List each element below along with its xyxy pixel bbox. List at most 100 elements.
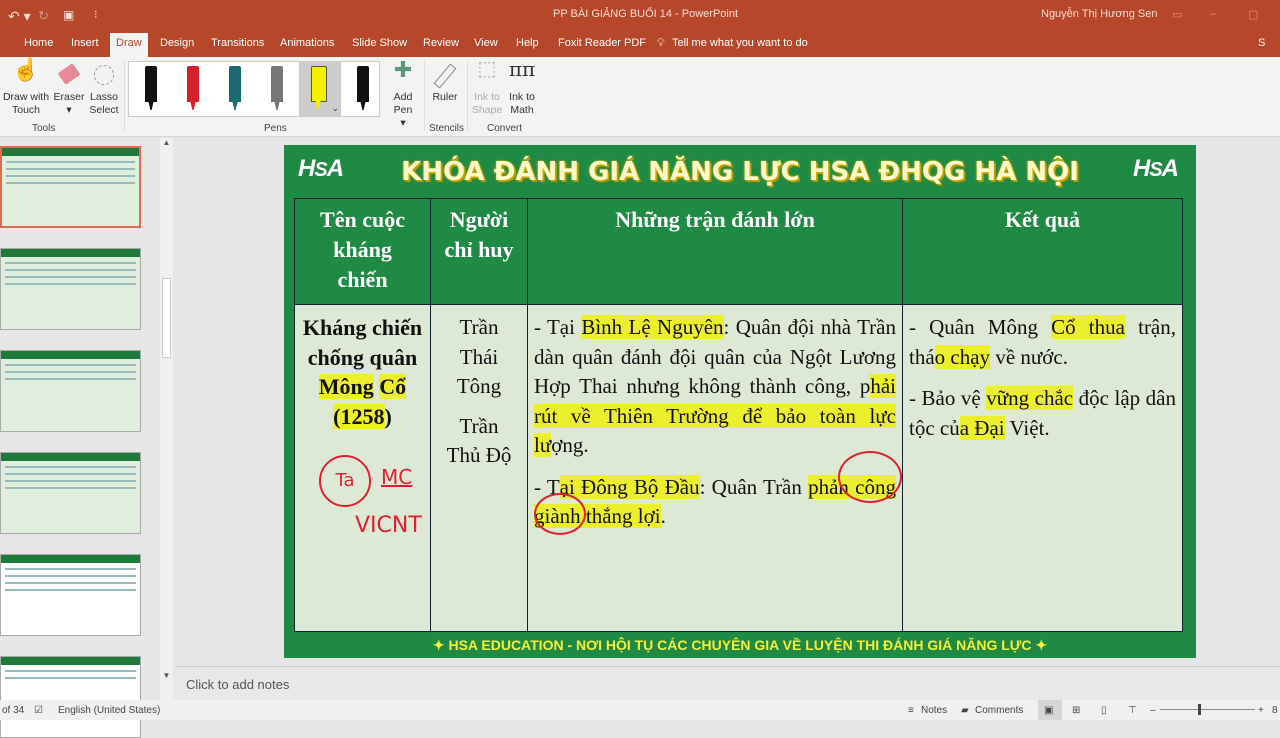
touch-hand-icon: ☝ bbox=[12, 57, 40, 82]
label: Ink to Shape bbox=[471, 91, 503, 116]
normal-view-icon[interactable]: ▣ bbox=[1038, 700, 1062, 720]
slideshow-icon[interactable]: ⊤ bbox=[1128, 705, 1137, 716]
handwritten-annotation: Ta bbox=[319, 455, 371, 507]
war-name-cell: Kháng chiến chống quân Mông Cổ (1258) Ta… bbox=[294, 304, 431, 632]
handwritten-annotation: MC bbox=[381, 465, 413, 489]
group-tools: Tools bbox=[32, 123, 56, 134]
red-circle-annotation bbox=[838, 451, 902, 503]
scroll-up-icon[interactable]: ▲ bbox=[160, 138, 173, 147]
zoom-out-icon[interactable]: – bbox=[1150, 705, 1156, 716]
plus-icon: ✚ bbox=[393, 57, 413, 82]
label: Ink to Math bbox=[509, 91, 535, 116]
title-bar: ↶ ▾ ↻ ▣ ⁝ PP BÀI GIẢNG BUỔI 14 - PowerPo… bbox=[0, 0, 1280, 30]
highlighter-yellow-icon[interactable] bbox=[311, 66, 327, 102]
chevron-down-icon[interactable]: ⌄ bbox=[331, 103, 339, 114]
slide-thumbnail[interactable] bbox=[0, 554, 141, 636]
user-name[interactable]: Nguyễn Thị Hương Sen bbox=[1041, 8, 1158, 20]
eraser-icon bbox=[57, 63, 81, 85]
slide-sorter-icon[interactable]: ⊞ bbox=[1072, 705, 1080, 716]
maximize-icon[interactable]: ▢ bbox=[1248, 8, 1258, 21]
comment-icon[interactable]: ▰ bbox=[961, 705, 969, 716]
header-commander: Người chỉ huy bbox=[430, 198, 528, 305]
group-convert: Convert bbox=[487, 123, 523, 134]
tab-view[interactable]: View bbox=[474, 37, 498, 49]
eraser-button[interactable]: Eraser ▾ bbox=[52, 63, 86, 117]
header-result: Kết quả bbox=[902, 198, 1183, 305]
notes-icon[interactable]: ≡ bbox=[908, 705, 914, 716]
ink-to-shape-icon: ⬚ bbox=[477, 58, 497, 80]
label: Add Pen bbox=[393, 91, 413, 116]
highlighter-selected[interactable]: ⌄ bbox=[299, 62, 341, 116]
label: Eraser bbox=[53, 91, 85, 103]
scroll-thumb[interactable] bbox=[162, 278, 171, 358]
tab-slide-show[interactable]: Slide Show bbox=[352, 37, 407, 49]
scroll-down-icon[interactable]: ▼ bbox=[160, 671, 173, 680]
zoom-in-icon[interactable]: + bbox=[1258, 705, 1264, 716]
tab-review[interactable]: Review bbox=[423, 37, 459, 49]
lasso-select-button[interactable]: Lasso Select bbox=[86, 63, 122, 117]
pens-gallery: ⌄ bbox=[128, 61, 380, 117]
draw-with-touch-button[interactable]: ☝ Draw with Touch bbox=[0, 57, 52, 117]
battle-item: - Tại Bình Lệ Nguyên: Quân đội nhà Trần … bbox=[534, 315, 896, 457]
window-title: PP BÀI GIẢNG BUỔI 14 - PowerPoint bbox=[553, 8, 739, 20]
slide-thumbnail[interactable] bbox=[0, 350, 141, 432]
zoom-level[interactable]: 8 bbox=[1272, 705, 1278, 716]
minimize-icon[interactable]: – bbox=[1210, 8, 1216, 20]
tab-insert[interactable]: Insert bbox=[71, 37, 99, 49]
ink-to-shape-button[interactable]: ⬚ Ink to Shape bbox=[470, 58, 504, 117]
tab-home[interactable]: Home bbox=[24, 37, 53, 49]
thumbnails-scrollbar[interactable]: ▲ ▼ bbox=[160, 138, 173, 700]
label: Draw with Touch bbox=[2, 91, 50, 116]
table-header-row: Tên cuộc kháng chiến Người chỉ huy Những… bbox=[294, 198, 1183, 305]
reading-view-icon[interactable]: ▯ bbox=[1101, 705, 1107, 716]
pencil-gray-icon[interactable] bbox=[271, 66, 283, 102]
language[interactable]: English (United States) bbox=[58, 705, 160, 716]
tab-draw[interactable]: Draw bbox=[110, 33, 148, 57]
tab-foxit[interactable]: Foxit Reader PDF bbox=[558, 37, 646, 49]
slide-thumbnail[interactable] bbox=[0, 452, 141, 534]
redo-icon[interactable]: ↻ bbox=[38, 8, 49, 24]
result-item: - Bảo vệ vững chắc độc lập dân tộc của Đ… bbox=[909, 386, 1176, 440]
tab-animations[interactable]: Animations bbox=[280, 37, 334, 49]
spelling-check-icon[interactable]: ☑ bbox=[34, 705, 43, 716]
pen-black-icon[interactable] bbox=[145, 66, 157, 102]
tab-design[interactable]: Design bbox=[160, 37, 194, 49]
slide-thumbnail[interactable] bbox=[0, 146, 141, 228]
draw-ribbon: ☝ Draw with Touch Eraser ▾ Lasso Select T… bbox=[0, 57, 1280, 137]
ink-to-math-button[interactable]: ππ Ink to Math bbox=[505, 59, 539, 117]
lasso-icon bbox=[94, 65, 114, 85]
pen-galaxy-icon[interactable] bbox=[229, 66, 241, 102]
slide-counter: of 34 bbox=[2, 705, 25, 716]
zoom-slider-thumb[interactable] bbox=[1198, 704, 1201, 715]
slide-thumbnail[interactable] bbox=[0, 248, 141, 330]
group-pens: Pens bbox=[264, 123, 287, 134]
commander-name: Trần Thái Tông bbox=[456, 315, 502, 398]
add-pen-button[interactable]: ✚ Add Pen ▾ bbox=[388, 57, 418, 130]
ruler-icon bbox=[433, 63, 457, 89]
battles-cell: - Tại Bình Lệ Nguyên: Quân đội nhà Trần … bbox=[527, 304, 903, 632]
label: Ruler bbox=[432, 91, 458, 103]
tab-transitions[interactable]: Transitions bbox=[211, 37, 264, 49]
zoom-slider[interactable] bbox=[1160, 709, 1255, 710]
slide-canvas[interactable]: HSA KHÓA ĐÁNH GIÁ NĂNG LỰC HSA ĐHQG HÀ N… bbox=[284, 145, 1196, 658]
pen-black-2-icon[interactable] bbox=[357, 66, 369, 102]
hsa-logo-right: HSA bbox=[1132, 155, 1179, 182]
slide-thumbnail[interactable] bbox=[0, 656, 141, 738]
pen-red-icon[interactable] bbox=[187, 66, 199, 102]
tell-me-search[interactable]: Tell me what you want to do bbox=[672, 37, 808, 49]
tab-help[interactable]: Help bbox=[516, 37, 539, 49]
share-button[interactable]: S bbox=[1258, 37, 1265, 49]
ruler-button[interactable]: Ruler bbox=[428, 63, 462, 104]
notes-input[interactable]: Click to add notes bbox=[175, 666, 1280, 700]
undo-icon[interactable]: ↶ ▾ bbox=[8, 8, 31, 25]
red-circle-annotation bbox=[534, 493, 586, 535]
history-table: Tên cuộc kháng chiến Người chỉ huy Những… bbox=[294, 198, 1183, 632]
customize-toolbar-icon[interactable]: ⁝ bbox=[94, 8, 98, 21]
ribbon-display-icon[interactable]: ▭ bbox=[1172, 8, 1182, 21]
slideshow-from-start-icon[interactable]: ▣ bbox=[63, 8, 74, 22]
commander-cell: Trần Thái Tông Trần Thủ Độ bbox=[430, 304, 528, 632]
comments-button[interactable]: Comments bbox=[975, 705, 1023, 716]
result-cell: - Quân Mông Cổ thua trận, tháo chạy về n… bbox=[902, 304, 1183, 632]
notes-button[interactable]: Notes bbox=[921, 705, 947, 716]
ribbon-tabs: Home Insert Draw Design Transitions Anim… bbox=[0, 30, 1280, 57]
